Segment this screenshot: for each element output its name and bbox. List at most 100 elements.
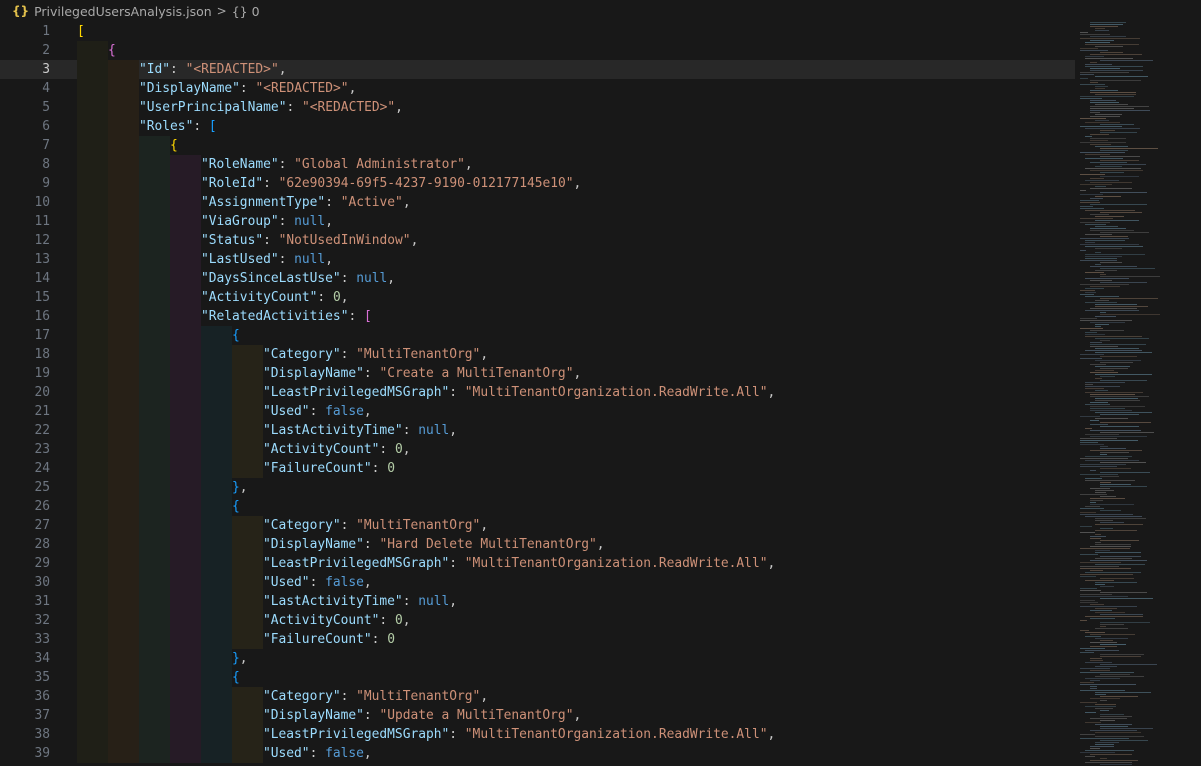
code-line[interactable]: 14 "DaysSinceLastUse": null, [0,269,1075,288]
token-punct: : [449,727,465,742]
code-line[interactable]: 4 "DisplayName": "<REDACTED>", [0,79,1075,98]
minimap-line [1090,450,1142,451]
indent-guide [139,136,170,155]
minimap-line [1100,368,1128,369]
minimap-line [1090,108,1134,109]
code-line[interactable]: 16 "RelatedActivities": [ [0,307,1075,326]
code-line[interactable]: 2{ [0,41,1075,60]
minimap-line [1085,136,1092,137]
minimap-line [1090,402,1108,403]
minimap-line [1080,222,1110,223]
minimap-line [1090,36,1126,37]
code-line[interactable]: 9 "RoleId": "62e90394-69f5-4237-9190-0121… [0,174,1075,193]
code-line[interactable]: 26 { [0,497,1075,516]
code-line[interactable]: 3 "Id": "<REDACTED>", [0,60,1075,79]
code-line[interactable]: 10 "AssignmentType": "Active", [0,193,1075,212]
indent-guide [139,611,170,630]
code-line[interactable]: 28 "DisplayName": "Hard Delete MultiTenan… [0,535,1075,554]
indent-guide [139,706,170,725]
minimap-line [1090,280,1112,281]
minimap-line [1090,162,1127,163]
minimap-line [1085,572,1141,573]
token-key: "LastActivityTime" [263,423,403,438]
object-node-icon: {} [231,3,248,19]
code-line[interactable]: 30 "Used": false, [0,573,1075,592]
minimap-line [1080,752,1115,753]
line-number: 16 [34,309,50,324]
code-line[interactable]: 15 "ActivityCount": 0, [0,288,1075,307]
minimap-line [1085,210,1135,211]
token-key: "DisplayName" [263,537,364,552]
line-number: 24 [34,461,50,476]
code-line[interactable]: 8 "RoleName": "Global Administrator", [0,155,1075,174]
code-line[interactable]: 18 "Category": "MultiTenantOrg", [0,345,1075,364]
minimap-line [1080,260,1117,261]
code-line[interactable]: 36 "Category": "MultiTenantOrg", [0,687,1075,706]
token-punct: , [363,404,372,419]
code-line[interactable]: 39 "Used": false, [0,744,1075,763]
code-line[interactable]: 27 "Category": "MultiTenantOrg", [0,516,1075,535]
code-line[interactable]: 24 "FailureCount": 0 [0,459,1075,478]
code-text: "UserPrincipalName": "<REDACTED>", [139,98,403,117]
code-line[interactable]: 37 "DisplayName": "Update a MultiTenantOr… [0,706,1075,725]
minimap-line [1085,386,1120,387]
code-line[interactable]: 32 "ActivityCount": 0, [0,611,1075,630]
code-line[interactable]: 23 "ActivityCount": 0, [0,440,1075,459]
code-text: "ActivityCount": 0, [263,440,410,459]
code-line[interactable]: 38 "LeastPrivilegedMSGraph": "MultiTenant… [0,725,1075,744]
code-line[interactable]: 21 "Used": false, [0,402,1075,421]
code-line[interactable]: 11 "ViaGroup": null, [0,212,1075,231]
minimap-line [1080,318,1097,319]
minimap-line [1080,328,1103,329]
code-editor[interactable]: 1[2{3 "Id": "<REDACTED>", 4 "DisplayName": … [0,22,1201,766]
indent-guide [77,193,108,212]
code-line[interactable]: 35 { [0,668,1075,687]
indent-guide [108,516,139,535]
minimap-line [1090,502,1096,503]
code-line[interactable]: 19 "DisplayName": "Create a MultiTenantOr… [0,364,1075,383]
minimap-line [1100,192,1147,193]
code-line[interactable]: 17 { [0,326,1075,345]
code-text: "Status": "NotUsedInWindow", [201,231,418,250]
minimap-line [1080,200,1099,201]
code-line[interactable]: 7{ [0,136,1075,155]
line-number: 10 [34,195,50,210]
code-line[interactable]: 34}, [0,649,1075,668]
minimap-line [1080,244,1139,245]
minimap-line [1090,698,1120,699]
breadcrumb-file[interactable]: PrivilegedUsersAnalysis.json [34,4,212,19]
token-punct: , [573,708,582,723]
minimap-line [1095,146,1128,147]
minimap-line [1095,360,1141,361]
breadcrumb: {} PrivilegedUsersAnalysis.json > {} 0 [0,0,1201,22]
code-line[interactable]: 1[ [0,22,1075,41]
minimap-line [1085,722,1101,723]
code-line[interactable]: 33 "FailureCount": 0 [0,630,1075,649]
minimap-line [1095,676,1144,677]
code-line[interactable]: 5 "UserPrincipalName": "<REDACTED>", [0,98,1075,117]
code-line[interactable]: 22 "LastActivityTime": null, [0,421,1075,440]
token-key: "Category" [263,689,341,704]
code-line[interactable]: 20 "LeastPrivilegedMSGraph": "MultiTenant… [0,383,1075,402]
code-line[interactable]: 12 "Status": "NotUsedInWindow", [0,231,1075,250]
indent-guide [139,402,170,421]
minimap[interactable] [1072,22,1192,766]
minimap-line [1080,648,1105,649]
minimap-line [1095,120,1109,121]
minimap-line [1095,304,1137,305]
code-line[interactable]: 6 "Roles": [ [0,117,1075,136]
minimap-line [1090,430,1141,431]
minimap-line [1095,708,1113,709]
indent-guide [232,573,263,592]
code-line[interactable]: 31 "LastActivityTime": null, [0,592,1075,611]
token-str: "MultiTenantOrganization.ReadWrite.All" [464,385,768,400]
token-punct: : [363,708,380,723]
code-line[interactable]: 29 "LeastPrivilegedMSGraph": "MultiTenant… [0,554,1075,573]
breadcrumb-node[interactable]: 0 [252,4,260,19]
code-line[interactable]: 25}, [0,478,1075,497]
token-punct: : [286,100,302,115]
indent-guide [77,60,108,79]
code-line[interactable]: 13 "LastUsed": null, [0,250,1075,269]
indent-guide [139,250,170,269]
token-key: "Category" [263,518,341,533]
